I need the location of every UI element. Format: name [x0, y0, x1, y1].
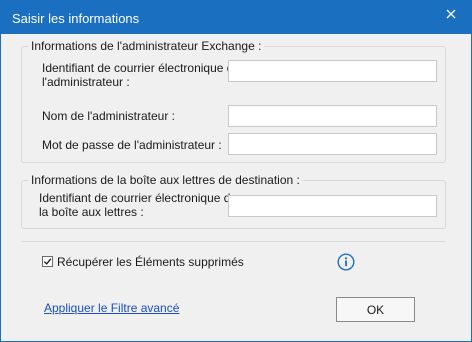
dest-email-label-line2: la boîte aux lettres :	[39, 205, 144, 219]
dest-email-input[interactable]	[229, 196, 436, 216]
admin-email-label-line1: Identifiant de courrier électronique de	[42, 61, 241, 75]
admin-email-label-line2: l'administrateur :	[42, 75, 130, 89]
admin-name-label: Nom de l'administrateur :	[42, 109, 176, 123]
dest-email-field[interactable]	[228, 195, 437, 217]
recover-deleted-label[interactable]: Récupérer les Éléments supprimés	[57, 255, 244, 269]
divider	[21, 241, 446, 242]
info-icon[interactable]	[337, 253, 355, 271]
ok-button[interactable]: OK	[336, 297, 415, 322]
admin-email-input[interactable]	[229, 61, 436, 81]
destination-group-legend: Informations de la boîte aux lettres de …	[28, 173, 303, 187]
close-button[interactable]	[435, 3, 467, 27]
recover-deleted-checkbox[interactable]	[42, 256, 53, 267]
admin-password-input[interactable]	[229, 134, 436, 154]
close-icon	[446, 9, 456, 19]
admin-email-field[interactable]	[228, 60, 437, 82]
admin-name-input[interactable]	[229, 106, 436, 126]
admin-name-field[interactable]	[228, 105, 437, 127]
advanced-filter-link[interactable]: Appliquer le Filtre avancé	[44, 301, 179, 315]
dialog-window: Saisir les informations Informations de …	[0, 0, 472, 342]
title-bar: Saisir les informations	[1, 1, 471, 34]
admin-group-legend: Informations de l'administrateur Exchang…	[28, 39, 265, 53]
window-title: Saisir les informations	[12, 11, 140, 26]
checkmark-icon	[43, 258, 52, 265]
admin-password-label: Mot de passe de l'administrateur :	[42, 138, 222, 152]
dest-email-label-line1: Identifiant de courrier électronique de	[39, 191, 238, 205]
admin-password-field[interactable]	[228, 133, 437, 155]
